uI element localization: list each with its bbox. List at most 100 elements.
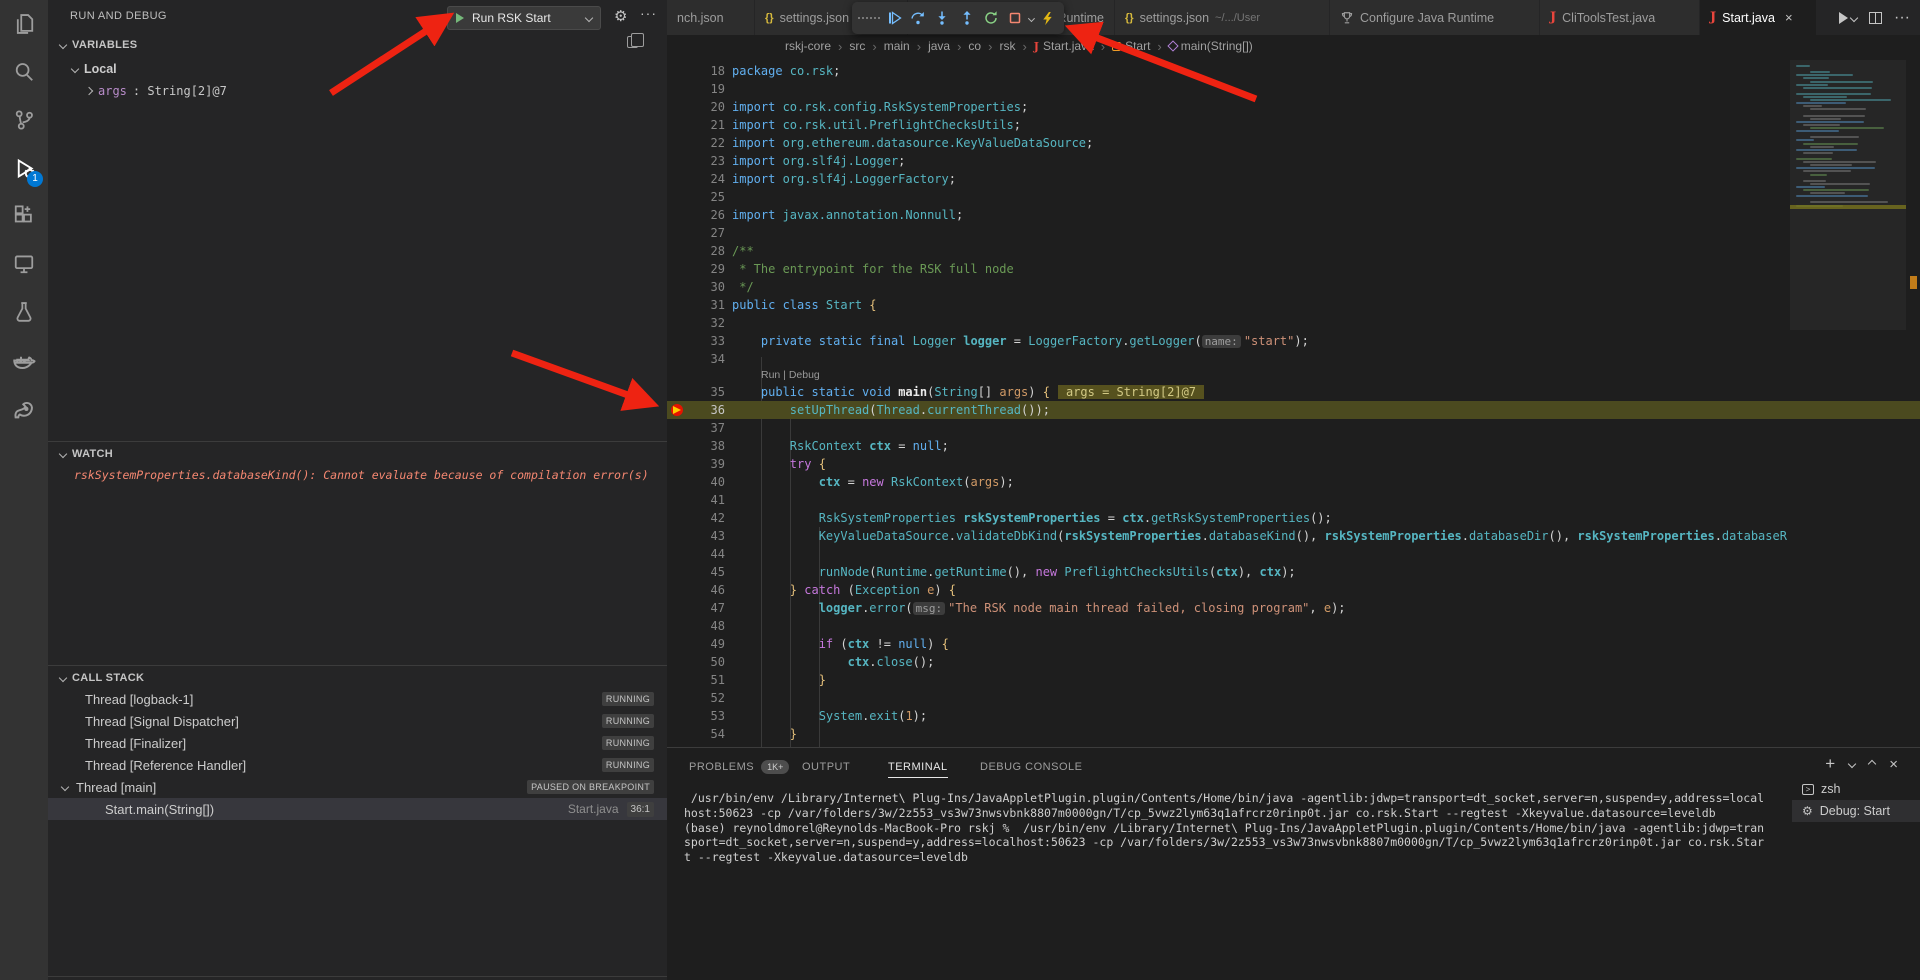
breadcrumb-item[interactable]: rsk: [999, 39, 1015, 53]
run-debug-codelens[interactable]: Run | Debug: [761, 369, 820, 381]
continue-icon[interactable]: [884, 7, 904, 29]
terminal-item-zsh[interactable]: > zsh: [1792, 778, 1920, 800]
code-line: 47 logger.error(msg:"The RSK node main t…: [667, 599, 1920, 617]
code-line: 31public class Start {: [667, 296, 1920, 314]
tab-settings-json-user[interactable]: {} settings.json ~/.../User: [1115, 0, 1330, 35]
gradle-icon[interactable]: [0, 386, 48, 434]
line-number: 32: [687, 314, 725, 332]
breadcrumb-item[interactable]: co: [968, 39, 981, 53]
breadcrumb-item[interactable]: rskj-core: [785, 39, 831, 53]
stop-menu-chevron-icon[interactable]: [1028, 15, 1035, 22]
step-out-icon[interactable]: [957, 7, 977, 29]
tab-terminal[interactable]: TERMINAL: [888, 756, 948, 778]
breadcrumb-item-class[interactable]: Start: [1112, 39, 1150, 53]
watch-error-expression[interactable]: rskSystemProperties.databaseKind(): Cann…: [74, 468, 649, 482]
code-line: 21import co.rsk.util.PreflightChecksUtil…: [667, 116, 1920, 134]
call-stack-thread[interactable]: Thread [Finalizer]RUNNING: [48, 732, 667, 754]
minimap[interactable]: [1790, 57, 1906, 747]
line-number: 27: [687, 224, 725, 242]
breadcrumb-item-method[interactable]: main(String[]): [1169, 39, 1253, 53]
run-and-debug-icon[interactable]: 1: [0, 144, 48, 192]
restart-icon[interactable]: [981, 7, 1001, 29]
variables-section-header[interactable]: VARIABLES: [48, 34, 667, 56]
search-icon[interactable]: [0, 48, 48, 96]
call-stack-thread[interactable]: Thread [Signal Dispatcher]RUNNING: [48, 710, 667, 732]
code-text: public static void main(String[] args) {…: [732, 383, 1204, 401]
code-line: 45 runNode(Runtime.getRuntime(), new Pre…: [667, 563, 1920, 581]
breadcrumb-item[interactable]: main: [884, 39, 910, 53]
remote-explorer-icon[interactable]: [0, 240, 48, 288]
code-text: import co.rsk.config.RskSystemProperties…: [732, 98, 1028, 116]
code-line: 51 }: [667, 671, 1920, 689]
code-text: }: [732, 671, 826, 689]
more-actions-icon[interactable]: ···: [640, 5, 657, 21]
extensions-icon[interactable]: [0, 192, 48, 240]
play-icon: [1839, 12, 1848, 24]
maximize-panel-icon[interactable]: [1868, 760, 1876, 768]
gear-icon[interactable]: ⚙: [614, 7, 627, 25]
close-icon[interactable]: ×: [1785, 10, 1793, 25]
source-control-icon[interactable]: [0, 96, 48, 144]
code-line: 35 public static void main(String[] args…: [667, 383, 1920, 401]
step-over-icon[interactable]: [908, 7, 928, 29]
tab-debug-console[interactable]: DEBUG CONSOLE: [980, 756, 1082, 778]
explorer-icon[interactable]: [0, 0, 48, 48]
code-line: 28/**: [667, 242, 1920, 260]
testing-icon[interactable]: [0, 288, 48, 336]
breadcrumb-item[interactable]: src: [849, 39, 865, 53]
code-text: /**: [732, 242, 754, 260]
tab-problems[interactable]: PROBLEMS 1K+: [689, 756, 789, 778]
chevron-down-icon: [59, 674, 67, 682]
watch-section-header[interactable]: WATCH: [48, 443, 667, 465]
docker-icon[interactable]: [0, 338, 48, 386]
call-stack-thread[interactable]: Thread [Reference Handler]RUNNING: [48, 754, 667, 776]
variables-scope-local[interactable]: Local: [48, 58, 667, 80]
code-line: 53 System.exit(1);: [667, 707, 1920, 725]
line-number: 34: [687, 350, 725, 368]
code-line: 38 RskContext ctx = null;: [667, 437, 1920, 455]
code-line: 27: [667, 224, 1920, 242]
call-stack-frame[interactable]: Start.main(String[])Start.java36:1: [48, 798, 667, 820]
chevron-down-icon[interactable]: [1848, 760, 1856, 768]
step-into-icon[interactable]: [932, 7, 952, 29]
drag-handle-icon[interactable]: [858, 7, 880, 29]
variable-args-row[interactable]: args: String[2]@7: [48, 80, 667, 102]
call-stack-thread[interactable]: Thread [main]PAUSED ON BREAKPOINT: [48, 776, 667, 798]
code-line: 24import org.slf4j.LoggerFactory;: [667, 170, 1920, 188]
frame-label: Start.main(String[]): [105, 802, 568, 817]
run-config-dropdown[interactable]: Run RSK Start: [447, 6, 601, 30]
tab-clitoolstest-java[interactable]: J CliToolsTest.java: [1540, 0, 1700, 35]
run-java-button[interactable]: [1839, 12, 1857, 24]
code-line: 48: [667, 617, 1920, 635]
tab-configure-java-runtime[interactable]: Configure Java Runtime: [1330, 0, 1540, 35]
code-text: try {: [732, 455, 826, 473]
terminal-line: (base) reynoldmorel@Reynolds-MacBook-Pro…: [684, 821, 1784, 836]
stop-icon[interactable]: [1005, 7, 1025, 29]
call-stack-thread[interactable]: Thread [logback-1]RUNNING: [48, 688, 667, 710]
code-line: 52: [667, 689, 1920, 707]
call-stack-section-header[interactable]: CALL STACK: [48, 667, 667, 689]
code-line: 46 } catch (Exception e) {: [667, 581, 1920, 599]
code-text: * The entrypoint for the RSK full node: [732, 260, 1014, 278]
breakpoint-current-line-icon[interactable]: [671, 404, 683, 416]
code-text: RskContext ctx = null;: [732, 437, 949, 455]
editor-more-actions-icon[interactable]: ···: [1894, 9, 1910, 27]
tab-output[interactable]: OUTPUT: [802, 756, 850, 778]
split-editor-icon[interactable]: [1869, 12, 1882, 24]
new-terminal-icon[interactable]: +: [1825, 754, 1835, 774]
frame-file: Start.java: [568, 802, 619, 816]
tab-launch-json[interactable]: nch.json: [667, 0, 755, 35]
terminal-item-debug-start[interactable]: ⚙ Debug: Start: [1792, 800, 1920, 822]
debug-inline-value: args = String[2]@7: [1058, 385, 1204, 399]
terminal-output[interactable]: /usr/bin/env /Library/Internet\ Plug-Ins…: [684, 791, 1784, 865]
terminal-line: host:50623 -cp /var/folders/3w/2z553_vs3…: [684, 806, 1784, 821]
tab-start-java[interactable]: J Start.java ×: [1700, 0, 1817, 35]
breadcrumb-item-file[interactable]: JStart.java: [1034, 39, 1094, 53]
breadcrumb-item[interactable]: java: [928, 39, 950, 53]
code-text: if (ctx != null) {: [732, 635, 949, 653]
hot-code-replace-lightning-icon[interactable]: [1038, 7, 1058, 29]
close-panel-icon[interactable]: ×: [1889, 756, 1898, 773]
code-editor[interactable]: 18package co.rsk;1920import co.rsk.confi…: [667, 57, 1920, 747]
line-number: 33: [687, 332, 725, 350]
terminal-list: > zsh ⚙ Debug: Start: [1792, 778, 1920, 822]
